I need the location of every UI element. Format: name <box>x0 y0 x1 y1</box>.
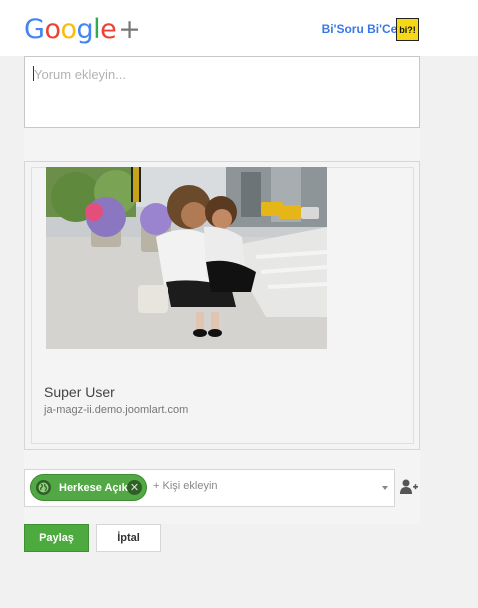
add-people-input[interactable] <box>153 480 353 492</box>
close-icon[interactable]: ✕ <box>127 480 142 495</box>
logo-plus: + <box>118 14 141 45</box>
globe-glyph <box>38 482 49 493</box>
cancel-button[interactable]: İptal <box>96 524 161 552</box>
logo-letter: g <box>76 14 94 45</box>
article-photo[interactable] <box>46 167 327 349</box>
text-caret <box>33 66 34 81</box>
logo-letter: o <box>44 14 61 45</box>
comment-input[interactable] <box>25 57 419 127</box>
audience-chip-public[interactable]: Herkese Açık ✕ <box>30 474 147 501</box>
logo-letter: e <box>100 14 117 45</box>
comment-box[interactable] <box>24 56 420 128</box>
person-add-icon[interactable] <box>400 479 418 495</box>
brand-badge-icon[interactable]: bi?! <box>396 18 419 41</box>
share-author: Super User <box>44 384 115 400</box>
chevron-down-icon[interactable] <box>382 486 388 490</box>
globe-icon <box>36 480 51 495</box>
header: Google+ Bi'Soru Bi'Cevap bi?! <box>0 0 478 56</box>
audience-chip-label: Herkese Açık <box>59 481 128 494</box>
share-site-url[interactable]: ja-magz-ii.demo.joomlart.com <box>44 404 188 416</box>
google-plus-logo: Google+ <box>24 14 141 46</box>
logo-letter: o <box>60 14 77 45</box>
photo-illustration <box>46 167 327 349</box>
logo-letter: G <box>24 14 45 45</box>
share-button[interactable]: Paylaş <box>24 524 89 552</box>
